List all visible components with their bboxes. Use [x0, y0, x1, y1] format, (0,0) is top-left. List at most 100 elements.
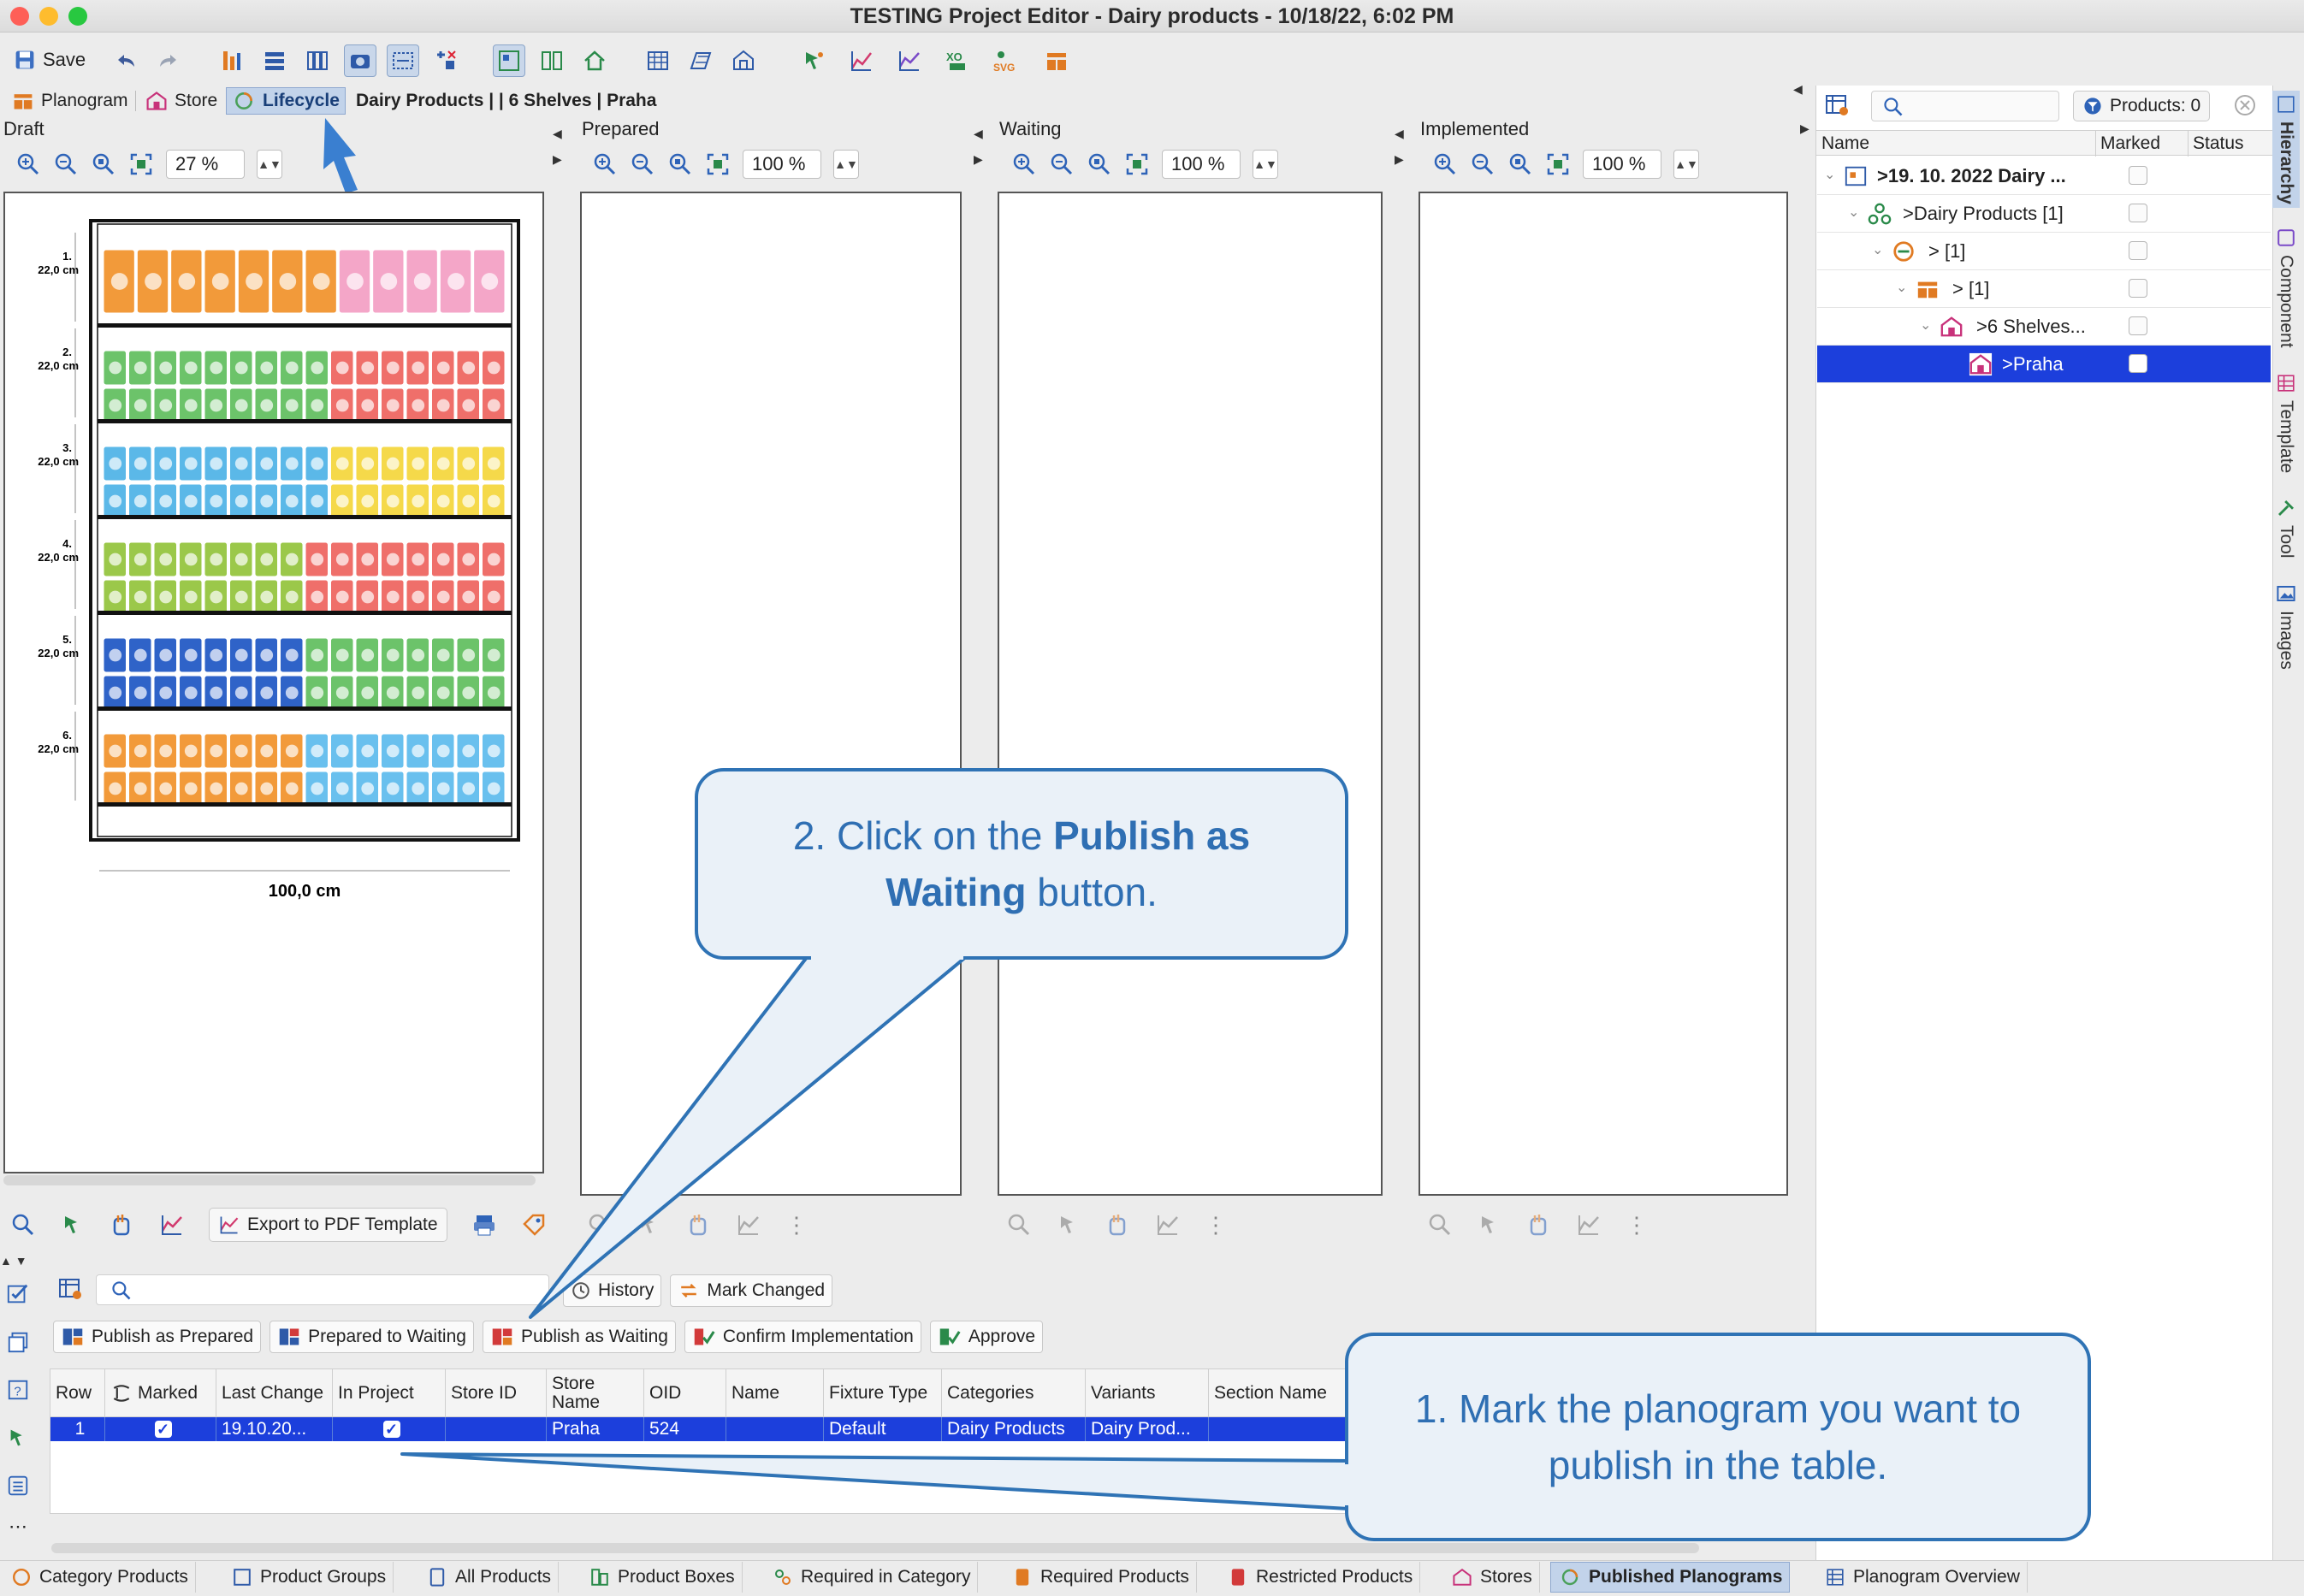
table-view-button[interactable] [642, 44, 674, 77]
expand-right-icon[interactable]: ▶ [553, 152, 562, 167]
tree-row-category[interactable]: ⌄ >Dairy Products [1] [1817, 195, 2271, 233]
store-3d-button[interactable] [727, 44, 760, 77]
report-icon[interactable] [736, 1212, 761, 1238]
col-categories[interactable]: Categories [942, 1369, 1086, 1417]
waiting-zoom-stepper[interactable]: ▲▼ [1253, 150, 1278, 179]
cell-in-project[interactable]: ✓ [333, 1417, 446, 1441]
in-project-checkbox[interactable]: ✓ [382, 1421, 400, 1438]
compare-view-button[interactable] [536, 44, 568, 77]
col-in-project[interactable]: In Project [333, 1369, 446, 1417]
publish-as-waiting-button[interactable]: Publish as Waiting [482, 1321, 676, 1353]
panel-splitter[interactable]: ▲ ▼ [0, 1254, 1805, 1268]
collapse-left-icon[interactable]: ◀ [974, 127, 983, 141]
select-tool-icon[interactable] [1477, 1212, 1502, 1238]
redo-button[interactable] [152, 44, 185, 77]
zoom-fit-icon[interactable] [91, 151, 116, 177]
chevron-down-icon[interactable]: ⌄ [1896, 279, 1907, 296]
col-last-change[interactable]: Last Change [216, 1369, 333, 1417]
tab-store[interactable]: Store [140, 87, 222, 115]
rows-tool-button[interactable] [258, 44, 291, 77]
col-variants[interactable]: Variants [1086, 1369, 1209, 1417]
fit-page-icon[interactable] [1545, 151, 1571, 177]
chevron-down-icon[interactable]: ⌄ [1824, 166, 1835, 183]
mark-changed-button[interactable]: Mark Changed [670, 1274, 833, 1307]
check-all-button[interactable] [3, 1280, 33, 1309]
analysis-tool-button[interactable] [893, 44, 926, 77]
export-pdf-template-button[interactable]: Export to PDF Template [209, 1208, 447, 1242]
zoom-fit-icon[interactable] [1087, 151, 1112, 177]
implemented-canvas[interactable] [1419, 192, 1788, 1196]
pointer-tool-button[interactable] [797, 44, 830, 77]
draft-canvas[interactable]: 1. 22,0 cm 2. 22,0 cm 3. 22,0 cm 4. 22,0 cm 5. 22… [3, 192, 544, 1173]
col-oid[interactable]: OID [644, 1369, 726, 1417]
implemented-zoom-field[interactable]: 100 % [1583, 150, 1661, 179]
side-tab-component[interactable]: Component [2272, 228, 2300, 348]
select-tool-icon[interactable] [637, 1212, 662, 1238]
close-window-button[interactable] [10, 7, 29, 26]
hand-tool-icon[interactable] [110, 1212, 135, 1238]
chevron-down-icon[interactable]: ⌄ [1848, 204, 1859, 221]
history-button[interactable]: History [563, 1274, 662, 1307]
collapse-right-icon[interactable]: ▶ [1800, 121, 1809, 136]
copy-button[interactable] [3, 1327, 33, 1357]
hierarchy-search-input[interactable] [1871, 91, 2059, 121]
svg-export-button[interactable]: SVG [989, 44, 1022, 77]
save-button[interactable]: Save [3, 43, 96, 77]
col-marked-header[interactable]: Marked [2100, 133, 2160, 154]
col-name[interactable]: Name [726, 1369, 824, 1417]
col-name-header[interactable]: Name [1821, 133, 1869, 154]
report-icon[interactable] [1576, 1212, 1602, 1238]
draft-zoom-field[interactable]: 27 % [166, 150, 245, 179]
measure-tool-button[interactable] [387, 44, 419, 77]
tab-planogram[interactable]: Planogram [7, 87, 133, 115]
zoom-window-button[interactable] [68, 7, 87, 26]
tree-marked-checkbox[interactable] [2129, 241, 2147, 260]
select-tool-icon[interactable] [60, 1212, 86, 1238]
tab-restricted-products[interactable]: Restricted Products [1220, 1562, 1421, 1593]
tab-published-planograms[interactable]: Published Planograms [1550, 1562, 1791, 1593]
zoom-out-icon[interactable] [630, 151, 655, 177]
collapse-pane-icon[interactable]: ◀ [1793, 82, 1805, 99]
zoom-in-icon[interactable] [1432, 151, 1458, 177]
tree-row-fixture[interactable]: ⌄ > [1] [1817, 270, 2271, 308]
tree-row-praha[interactable]: >Praha [1817, 346, 2271, 383]
col-store-name[interactable]: Store Name [547, 1369, 644, 1417]
collapse-left-icon[interactable]: ◀ [1395, 127, 1404, 141]
tree-marked-checkbox[interactable] [2129, 316, 2147, 335]
chevron-down-icon[interactable]: ⌄ [1920, 316, 1931, 334]
tree-marked-checkbox[interactable] [2129, 204, 2147, 222]
report-icon[interactable] [1155, 1212, 1181, 1238]
zoom-in-icon[interactable] [1011, 151, 1037, 177]
shelf-tool-button[interactable] [216, 44, 248, 77]
cell-marked[interactable]: ✓ [105, 1417, 216, 1441]
expand-right-icon[interactable]: ▶ [1395, 152, 1404, 167]
prepared-zoom-stepper[interactable]: ▲▼ [833, 150, 859, 179]
more-icon[interactable]: ⋯ [3, 1512, 33, 1541]
fixture-tool-button[interactable] [1040, 44, 1073, 77]
store-view-button[interactable] [578, 44, 611, 77]
chevron-down-icon[interactable]: ⌄ [1872, 241, 1883, 258]
hierarchy-settings-button[interactable] [1823, 92, 1851, 123]
products-filter-button[interactable]: Products: 0 [2073, 91, 2211, 121]
col-marked[interactable]: Marked [105, 1369, 216, 1417]
approve-button[interactable]: Approve [929, 1321, 1044, 1353]
xo-tool-button[interactable]: XO [941, 44, 974, 77]
table-scrollbar[interactable] [51, 1543, 1699, 1553]
marked-checkbox[interactable]: ✓ [154, 1421, 172, 1438]
clear-filter-button[interactable] [2232, 92, 2258, 123]
fit-page-icon[interactable] [1124, 151, 1150, 177]
publish-as-prepared-button[interactable]: Publish as Prepared [53, 1321, 262, 1353]
tab-required-in-category[interactable]: Required in Category [765, 1562, 979, 1593]
zoom-in-icon[interactable] [592, 151, 618, 177]
info-zoom-icon[interactable] [1006, 1212, 1032, 1238]
position-tool-button[interactable] [429, 44, 462, 77]
info-zoom-icon[interactable] [587, 1212, 613, 1238]
waiting-canvas[interactable] [998, 192, 1383, 1196]
select-tool-icon[interactable] [1056, 1212, 1081, 1238]
tree-row-group[interactable]: ⌄ > [1] [1817, 233, 2271, 270]
camera-tool-button[interactable] [344, 44, 376, 77]
draft-zoom-stepper[interactable]: ▲▼ [257, 150, 282, 179]
zoom-in-icon[interactable] [15, 151, 41, 177]
lifecycle-search-input[interactable] [96, 1274, 549, 1305]
prepared-canvas[interactable] [580, 192, 962, 1196]
